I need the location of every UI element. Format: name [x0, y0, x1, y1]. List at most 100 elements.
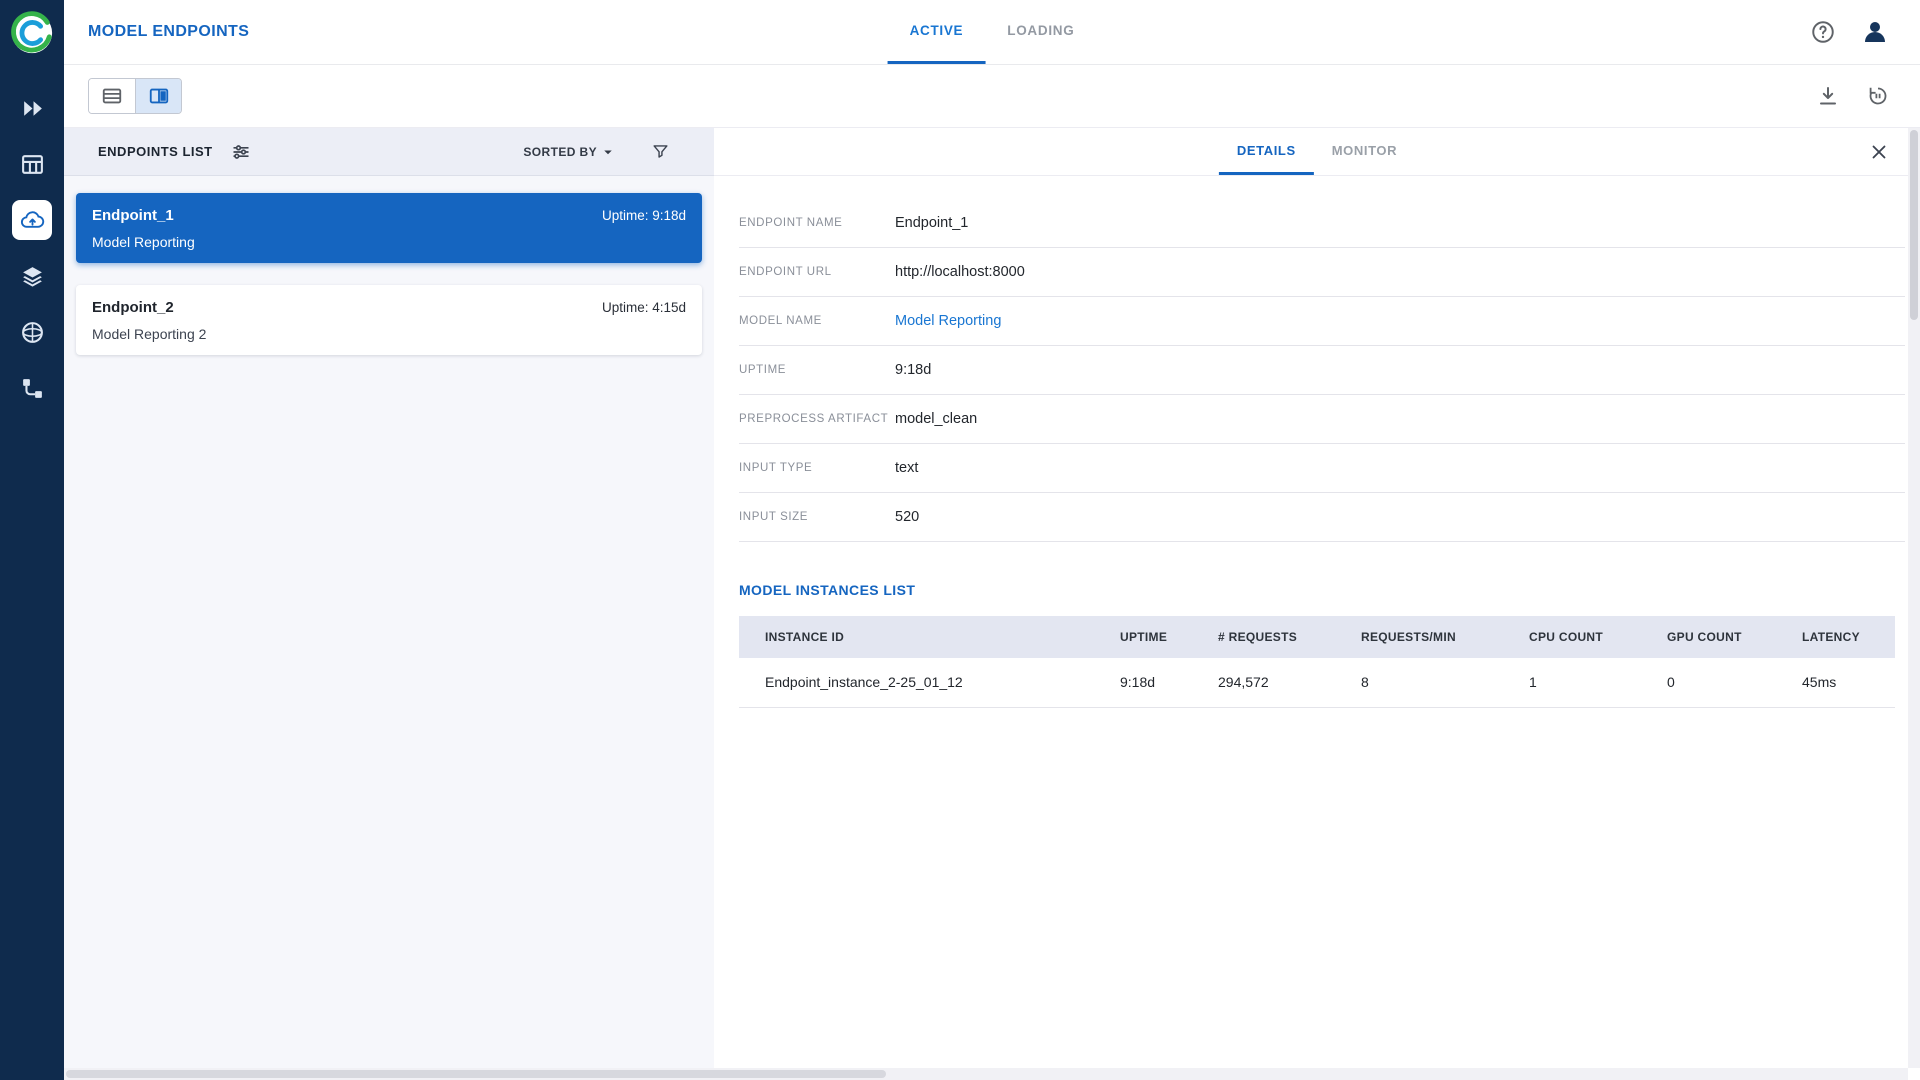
field-row-model-name: MODEL NAME Model Reporting [739, 297, 1905, 346]
cell-requests: 294,572 [1192, 658, 1335, 707]
content: ENDPOINTS LIST SORTED BY [64, 128, 1920, 1080]
tab-active[interactable]: ACTIVE [888, 0, 986, 64]
download-icon [1816, 84, 1840, 108]
col-latency: LATENCY [1776, 616, 1895, 658]
sort-options-button[interactable] [231, 142, 251, 162]
sidebar-item-endpoints[interactable] [0, 192, 64, 248]
field-label: INPUT TYPE [739, 462, 895, 474]
toolbar [64, 64, 1920, 128]
sidebar-item-images[interactable] [0, 304, 64, 360]
sidebar-item-datasets[interactable] [0, 136, 64, 192]
horizontal-scrollbar-thumb[interactable] [66, 1070, 886, 1078]
model-name-link[interactable]: Model Reporting [895, 313, 1001, 329]
split-view-icon [148, 85, 170, 107]
field-value: 9:18d [895, 362, 931, 378]
field-label: INPUT SIZE [739, 511, 895, 523]
tab-loading[interactable]: LOADING [985, 0, 1096, 64]
vertical-scrollbar[interactable] [1908, 128, 1920, 1068]
help-button[interactable] [1810, 19, 1836, 45]
download-button[interactable] [1816, 84, 1840, 108]
table-view-icon [101, 85, 123, 107]
endpoints-cards: Endpoint_1 Uptime: 9:18d Model Reporting… [64, 176, 714, 1080]
field-label: UPTIME [739, 364, 895, 376]
cell-requests-per-min: 8 [1335, 658, 1503, 707]
endpoint-card-1[interactable]: Endpoint_1 Uptime: 9:18d Model Reporting [76, 193, 702, 263]
datasets-icon [20, 152, 45, 177]
endpoints-list-header: ENDPOINTS LIST SORTED BY [64, 128, 714, 176]
cell-cpu-count: 1 [1503, 658, 1641, 707]
field-row-input-size: INPUT SIZE 520 [739, 493, 1905, 542]
brand-logo-icon [9, 10, 55, 56]
user-avatar-icon [1860, 17, 1890, 47]
page-title: MODEL ENDPOINTS [88, 23, 249, 41]
sidebar [0, 0, 64, 1080]
details-tabs: DETAILS MONITOR [1219, 128, 1415, 175]
field-value: text [895, 460, 918, 476]
images-icon [20, 320, 45, 345]
endpoint-uptime: Uptime: 4:15d [602, 300, 686, 315]
tab-details[interactable]: DETAILS [1219, 128, 1314, 175]
field-row-input-type: INPUT TYPE text [739, 444, 1905, 493]
sidebar-item-layers[interactable] [0, 248, 64, 304]
field-label: PREPROCESS ARTIFACT [739, 413, 895, 425]
header-actions [1810, 17, 1890, 47]
field-row-endpoint-url: ENDPOINT URL http://localhost:8000 [739, 248, 1905, 297]
col-requests: # REQUESTS [1192, 616, 1335, 658]
field-value: model_clean [895, 411, 977, 427]
filter-button[interactable] [651, 142, 670, 161]
endpoints-list-panel: ENDPOINTS LIST SORTED BY [64, 128, 714, 1080]
model-instances-table: INSTANCE ID UPTIME # REQUESTS REQUESTS/M… [739, 616, 1895, 708]
cell-latency: 45ms [1776, 658, 1895, 707]
projects-icon [20, 96, 45, 121]
col-uptime: UPTIME [1094, 616, 1192, 658]
field-row-uptime: UPTIME 9:18d [739, 346, 1905, 395]
endpoint-name: Endpoint_2 [92, 299, 174, 316]
endpoint-details-panel: DETAILS MONITOR ENDPOINT NAME Endpoint_1… [714, 128, 1920, 1080]
close-icon [1868, 141, 1890, 163]
field-value: 520 [895, 509, 919, 525]
model-endpoints-icon [20, 208, 45, 233]
vertical-scrollbar-thumb[interactable] [1910, 130, 1918, 320]
sorted-by-control[interactable]: SORTED BY [523, 143, 617, 161]
endpoint-uptime: Uptime: 9:18d [602, 208, 686, 223]
col-requests-per-min: REQUESTS/MIN [1335, 616, 1503, 658]
toolbar-actions [1816, 84, 1890, 108]
field-row-endpoint-name: ENDPOINT NAME Endpoint_1 [739, 199, 1905, 248]
field-label: ENDPOINT URL [739, 266, 895, 278]
table-view-button[interactable] [89, 79, 135, 113]
tab-monitor[interactable]: MONITOR [1314, 128, 1415, 175]
cell-uptime: 9:18d [1094, 658, 1192, 707]
col-cpu-count: CPU COUNT [1503, 616, 1641, 658]
details-header: DETAILS MONITOR [714, 128, 1920, 176]
endpoint-name: Endpoint_1 [92, 207, 174, 224]
endpoints-list-title: ENDPOINTS LIST [98, 144, 213, 159]
sorted-by-label: SORTED BY [523, 145, 597, 159]
sidebar-item-flows[interactable] [0, 360, 64, 416]
table-header-row: INSTANCE ID UPTIME # REQUESTS REQUESTS/M… [739, 616, 1895, 658]
field-value: http://localhost:8000 [895, 264, 1025, 280]
endpoint-card-2[interactable]: Endpoint_2 Uptime: 4:15d Model Reporting… [76, 285, 702, 355]
user-menu-button[interactable] [1860, 17, 1890, 47]
close-details-button[interactable] [1868, 141, 1890, 163]
field-label: MODEL NAME [739, 315, 895, 327]
details-body: ENDPOINT NAME Endpoint_1 ENDPOINT URL ht… [714, 176, 1920, 1080]
auto-refresh-icon [1866, 84, 1890, 108]
main-area: MODEL ENDPOINTS ACTIVE LOADING [64, 0, 1920, 1080]
model-instances-title: MODEL INSTANCES LIST [739, 582, 1905, 598]
brand-logo[interactable] [9, 10, 55, 56]
caret-down-icon [599, 143, 617, 161]
app-header: MODEL ENDPOINTS ACTIVE LOADING [64, 0, 1920, 64]
cell-gpu-count: 0 [1641, 658, 1776, 707]
cell-instance-id: Endpoint_instance_2-25_01_12 [739, 658, 1094, 707]
field-label: ENDPOINT NAME [739, 217, 895, 229]
view-toggle-group [88, 78, 182, 114]
col-gpu-count: GPU COUNT [1641, 616, 1776, 658]
tune-icon [231, 142, 251, 162]
sidebar-item-projects[interactable] [0, 80, 64, 136]
split-view-button[interactable] [135, 79, 181, 113]
horizontal-scrollbar[interactable] [64, 1068, 1908, 1080]
field-row-preprocess-artifact: PREPROCESS ARTIFACT model_clean [739, 395, 1905, 444]
auto-refresh-button[interactable] [1866, 84, 1890, 108]
field-value: Endpoint_1 [895, 215, 968, 231]
filter-icon [651, 142, 670, 161]
